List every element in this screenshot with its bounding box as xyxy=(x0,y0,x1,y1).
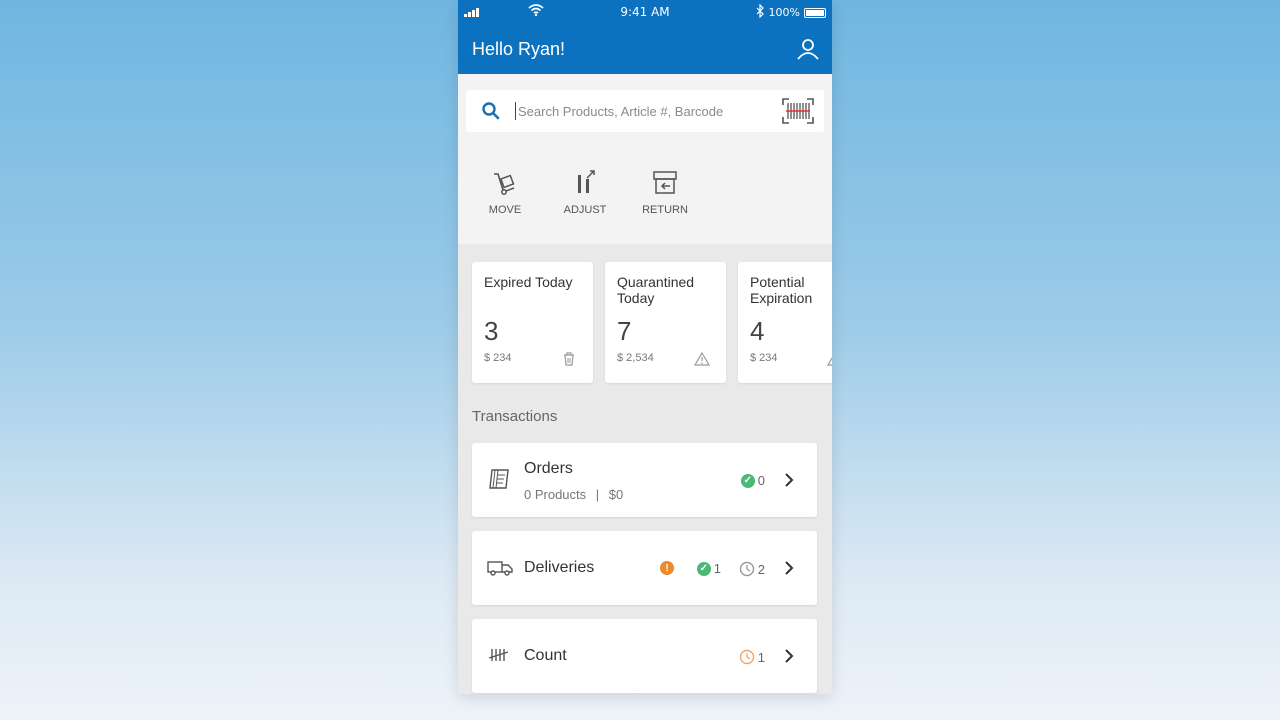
card-amount: $ 2,534 xyxy=(617,352,654,364)
deliveries-pending-badge: 2 xyxy=(739,561,765,577)
card-count: 4 xyxy=(750,316,765,346)
warning-icon xyxy=(694,351,710,366)
orders-separator: | xyxy=(595,487,600,502)
chevron-right-icon[interactable] xyxy=(783,559,795,577)
app-header: Hello Ryan! xyxy=(458,26,832,74)
transaction-count[interactable]: Count 1 xyxy=(472,619,817,693)
deliveries-pending-count: 2 xyxy=(757,561,765,577)
deliveries-done-badge: ✓ 1 xyxy=(696,561,721,576)
action-adjust[interactable]: ADJUST xyxy=(562,168,608,216)
user-icon[interactable] xyxy=(796,37,820,61)
warning-icon xyxy=(827,356,832,366)
battery-icon xyxy=(804,8,826,18)
card-quarantined-today[interactable]: Quarantined Today 7 $ 2,534 xyxy=(605,262,726,383)
orders-done-count: 0 xyxy=(757,473,765,488)
greeting-title: Hello Ryan! xyxy=(472,39,566,59)
transactions-heading: Transactions xyxy=(472,408,558,425)
search-icon[interactable] xyxy=(480,100,502,122)
bluetooth-icon xyxy=(756,3,764,21)
return-icon xyxy=(653,171,677,194)
barcode-scan-icon[interactable] xyxy=(782,98,814,124)
card-expired-today[interactable]: Expired Today 3 $ 234 xyxy=(472,262,593,383)
text-caret xyxy=(515,102,516,120)
hand-truck-icon xyxy=(494,173,515,195)
phone-screen: 9:41 AM 100% Hello Ryan! Search Products… xyxy=(458,0,832,694)
summary-cards: Expired Today 3 $ 234 Quarantined Today … xyxy=(472,262,832,383)
card-amount: $ 234 xyxy=(750,352,778,364)
top-section: MOVE ADJUST RETURN xyxy=(458,74,832,244)
search-input[interactable] xyxy=(518,103,782,119)
card-count: 7 xyxy=(617,316,632,346)
deliveries-title: Deliveries xyxy=(524,559,595,576)
card-title: Quarantined Today xyxy=(617,274,695,306)
alert-icon: ! xyxy=(660,561,674,575)
orders-summary: 0 Products | $0 xyxy=(524,487,623,502)
card-count: 3 xyxy=(484,316,499,346)
receipt-icon xyxy=(489,469,509,489)
tally-icon xyxy=(488,649,509,661)
truck-icon xyxy=(487,561,513,576)
trash-icon xyxy=(564,352,574,366)
check-icon: ✓ xyxy=(696,561,711,576)
orders-products: 0 Products xyxy=(524,487,587,502)
battery-percent: 100% xyxy=(768,6,800,19)
clock-icon xyxy=(739,561,754,577)
orders-value: $0 xyxy=(608,487,624,502)
adjust-icon xyxy=(578,170,595,193)
chevron-right-icon[interactable] xyxy=(783,647,795,665)
transaction-deliveries[interactable]: Deliveries ! ✓ 1 2 xyxy=(472,531,817,605)
card-amount: $ 234 xyxy=(484,352,512,364)
action-move-label: MOVE xyxy=(488,204,522,216)
deliveries-done-count: 1 xyxy=(713,561,721,576)
chevron-right-icon[interactable] xyxy=(783,471,795,489)
action-adjust-label: ADJUST xyxy=(563,204,607,216)
search-bar[interactable] xyxy=(466,90,824,132)
action-return-label: RETURN xyxy=(642,204,688,216)
deliveries-alert-badge: ! xyxy=(660,561,677,575)
action-move[interactable]: MOVE xyxy=(482,168,528,216)
card-potential-expiration[interactable]: Potential Expiration 4 $ 234 xyxy=(738,262,832,383)
action-return[interactable]: RETURN xyxy=(642,168,688,216)
orders-done-badge: ✓ 0 xyxy=(740,473,765,488)
orders-title: Orders xyxy=(524,460,573,477)
card-title: Expired Today xyxy=(484,274,573,290)
clock-icon xyxy=(739,649,754,665)
card-title: Potential Expiration xyxy=(750,274,813,306)
count-pending-count: 1 xyxy=(757,649,765,665)
count-title: Count xyxy=(524,647,567,664)
quick-actions: MOVE ADJUST RETURN xyxy=(482,168,688,216)
status-bar: 9:41 AM 100% xyxy=(458,0,832,26)
count-pending-badge: 1 xyxy=(739,649,765,665)
check-icon: ✓ xyxy=(740,473,755,488)
transaction-orders[interactable]: Orders 0 Products | $0 ✓ 0 xyxy=(472,443,817,517)
